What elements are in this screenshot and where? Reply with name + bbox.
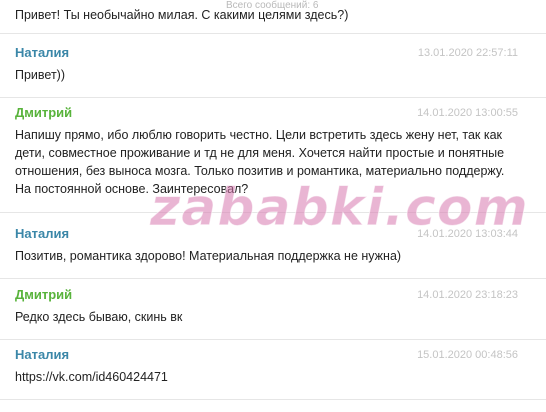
message-item: Наталия 14.01.2020 13:03:44 Позитив, ром… (0, 225, 546, 279)
message-item: Дмитрий 14.01.2020 23:18:23 Редко здесь … (0, 286, 546, 340)
divider (0, 278, 546, 279)
message-thread: Привет! Ты необычайно милая. С какими це… (0, 0, 546, 412)
message-author[interactable]: Наталия (15, 346, 69, 364)
message-item: Наталия 15.01.2020 00:48:56 https://vk.c… (0, 346, 546, 400)
divider (0, 212, 546, 213)
message-item: Наталия 13.01.2020 22:57:11 Привет)) (0, 44, 546, 98)
message-author[interactable]: Дмитрий (15, 286, 72, 304)
message-timestamp: 14.01.2020 13:00:55 (417, 107, 518, 119)
message-timestamp: 13.01.2020 22:57:11 (417, 47, 518, 59)
message-timestamp: 15.01.2020 00:48:56 (417, 349, 518, 361)
message-text: Редко здесь бываю, скинь вк (15, 310, 183, 324)
message-text: Напишу прямо, ибо люблю говорить честно.… (15, 128, 505, 196)
message-author[interactable]: Наталия (15, 44, 69, 62)
message-item: Дмитрий 14.01.2020 13:00:55 Напишу прямо… (0, 104, 546, 213)
message-timestamp: 14.01.2020 13:03:44 (417, 228, 518, 240)
message-author[interactable]: Дмитрий (15, 104, 72, 122)
message-count-label: Всего сообщений: 6 (226, 0, 319, 11)
message-author[interactable]: Наталия (15, 225, 69, 243)
divider (0, 97, 546, 98)
message-link[interactable]: https://vk.com/id460424471 (15, 368, 515, 386)
message-timestamp: 14.01.2020 23:18:23 (417, 289, 518, 301)
divider (0, 339, 546, 340)
message-text: Привет)) (15, 68, 66, 82)
divider (0, 399, 546, 400)
message-text: Позитив, романтика здорово! Материальная… (15, 249, 402, 263)
divider (0, 33, 546, 34)
